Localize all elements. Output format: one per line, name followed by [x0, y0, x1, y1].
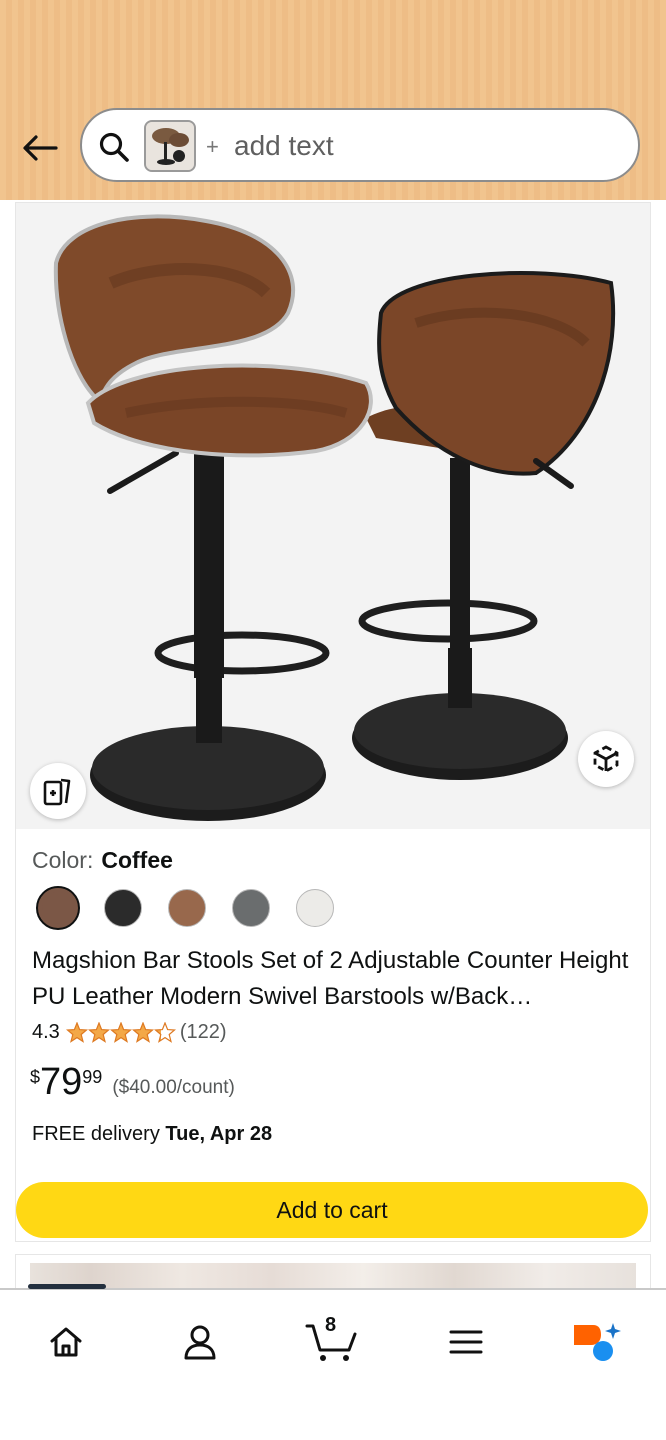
nav-rufus[interactable] [568, 1318, 624, 1366]
nav-account[interactable] [172, 1318, 228, 1366]
star-5 [153, 1021, 176, 1043]
swatch-brown[interactable] [168, 889, 206, 927]
star-rating [65, 1021, 176, 1044]
bar-stools-image [53, 214, 616, 821]
swatch-coffee[interactable] [36, 886, 80, 930]
search-image-thumbnail[interactable] [144, 120, 196, 172]
account-icon [184, 1325, 216, 1360]
menu-icon [449, 1330, 483, 1354]
rating-value: 4.3 [32, 1021, 60, 1043]
product-card[interactable]: Color: Coffee Magshion Bar Stools Set of … [15, 202, 651, 1242]
star-1 [65, 1021, 88, 1043]
bottom-navigation: 8 [0, 1284, 666, 1440]
price: $ 79 99 ($40.00/count) [30, 1061, 235, 1103]
price-fraction: 99 [82, 1067, 103, 1087]
delivery-date: Tue, Apr 28 [165, 1123, 273, 1145]
delivery-info: FREE delivery Tue, Apr 28 [32, 1123, 272, 1146]
add-text-placeholder[interactable]: add text [234, 130, 334, 162]
rating-row[interactable]: 4.3 (122) [32, 1021, 227, 1044]
color-selector-label: Color: Coffee [32, 847, 173, 874]
star-4 [131, 1021, 154, 1043]
view-in-3d-button[interactable] [578, 731, 634, 787]
search-bar[interactable]: + add text [80, 108, 640, 182]
unit-price: ($40.00/count) [112, 1077, 235, 1098]
back-button[interactable] [20, 128, 60, 168]
nav-cart[interactable]: 8 [304, 1314, 360, 1366]
star-2 [87, 1021, 110, 1043]
rufus-assistant-icon [574, 1323, 621, 1361]
rating-count: (122) [179, 1021, 227, 1043]
compare-button[interactable] [30, 763, 86, 819]
price-symbol: $ [30, 1067, 41, 1087]
swatch-black[interactable] [104, 889, 142, 927]
product-title[interactable]: Magshion Bar Stools Set of 2 Adjustable … [32, 943, 642, 1015]
nav-menu[interactable] [438, 1318, 494, 1366]
product-image[interactable] [16, 203, 650, 829]
stool-thumbnail-image [146, 122, 194, 170]
delivery-prefix: FREE delivery [32, 1123, 160, 1145]
add-to-cart-button[interactable]: Add to cart [16, 1182, 648, 1238]
header: + add text [0, 0, 666, 200]
add-text-plus: + [206, 134, 219, 159]
swatch-gray[interactable] [232, 889, 270, 927]
home-icon [50, 1327, 82, 1357]
arrow-left-icon [23, 135, 58, 161]
star-3 [109, 1021, 132, 1043]
cart-count: 8 [325, 1314, 337, 1336]
active-tab-indicator [28, 1284, 106, 1289]
3d-cube-icon [593, 745, 619, 773]
color-label: Color: [32, 847, 94, 873]
swatch-white[interactable] [296, 889, 334, 927]
price-whole: 79 [40, 1061, 83, 1103]
search-icon [99, 132, 129, 162]
nav-home[interactable] [38, 1318, 94, 1366]
color-value: Coffee [101, 847, 173, 873]
compare-cards-icon [43, 778, 71, 806]
stars-icon [65, 1021, 176, 1043]
